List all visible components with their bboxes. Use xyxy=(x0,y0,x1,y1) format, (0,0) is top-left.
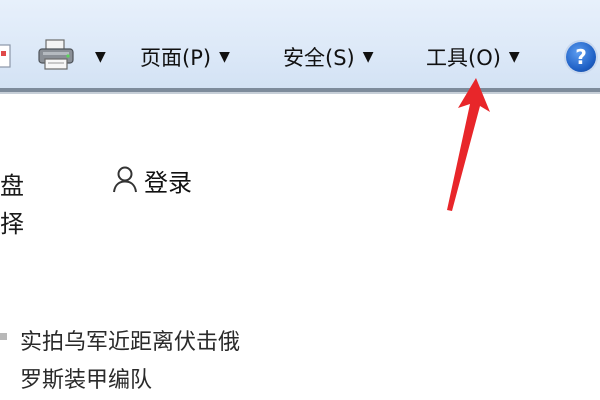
annotation-arrow xyxy=(447,78,490,211)
